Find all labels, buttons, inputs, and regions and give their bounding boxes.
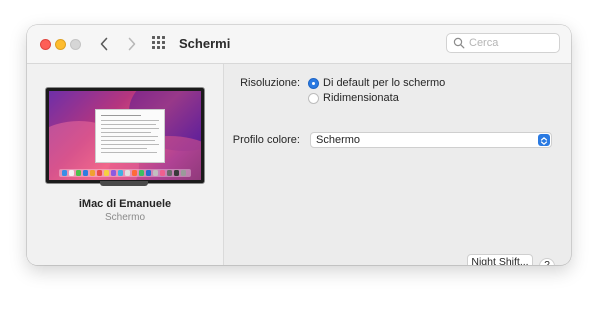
search-placeholder: Cerca bbox=[469, 37, 499, 49]
document-window bbox=[95, 109, 165, 163]
search-icon bbox=[453, 37, 465, 49]
resolution-scaled-radio[interactable] bbox=[308, 93, 319, 104]
device-name: iMac di Emanuele bbox=[78, 198, 172, 210]
forward-button[interactable] bbox=[123, 34, 141, 54]
resolution-default-radio[interactable] bbox=[308, 78, 319, 89]
resolution-label: Risoluzione: bbox=[240, 77, 300, 89]
imac-display-image bbox=[45, 87, 205, 186]
display-sidebar: iMac di Emanuele Schermo bbox=[27, 64, 224, 265]
resolution-scaled-label[interactable]: Ridimensionata bbox=[323, 92, 399, 104]
titlebar: Schermi Cerca bbox=[27, 25, 571, 64]
select-arrows-icon bbox=[538, 134, 550, 146]
color-profile-select[interactable]: Schermo bbox=[310, 132, 552, 148]
back-chevron-icon bbox=[100, 37, 108, 51]
window-title: Schermi bbox=[179, 36, 231, 51]
forward-chevron-icon bbox=[128, 37, 136, 51]
night-shift-button[interactable]: Night Shift... bbox=[467, 254, 533, 265]
dock bbox=[59, 169, 191, 177]
back-button[interactable] bbox=[95, 34, 113, 54]
color-profile-value: Schermo bbox=[316, 134, 361, 146]
help-button[interactable]: ? bbox=[539, 258, 555, 265]
desktop-wallpaper bbox=[49, 91, 201, 180]
minimize-window-button[interactable] bbox=[55, 39, 66, 50]
show-all-button[interactable] bbox=[152, 36, 168, 52]
monitor-stand bbox=[100, 181, 148, 186]
zoom-window-button[interactable] bbox=[70, 39, 81, 50]
search-field[interactable]: Cerca bbox=[446, 33, 560, 53]
system-preferences-window: Schermi Cerca iMac di Emanuele Schermo R… bbox=[27, 25, 571, 265]
monitor-bezel bbox=[45, 87, 205, 184]
close-window-button[interactable] bbox=[40, 39, 51, 50]
color-profile-label: Profilo colore: bbox=[232, 134, 300, 146]
resolution-default-label[interactable]: Di default per lo schermo bbox=[323, 77, 445, 89]
display-settings-panel: Risoluzione: Di default per lo schermo R… bbox=[224, 64, 571, 265]
device-type: Schermo bbox=[104, 212, 145, 223]
